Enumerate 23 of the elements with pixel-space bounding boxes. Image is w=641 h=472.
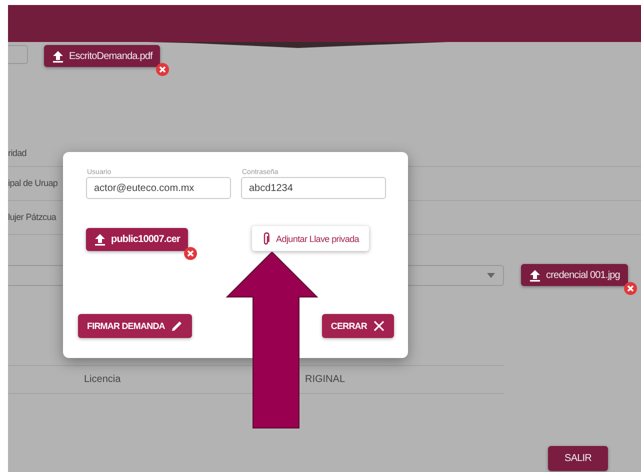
input-field[interactable]: abcd1234 xyxy=(241,177,386,199)
upload-icon xyxy=(529,268,541,282)
list-item: ridad xyxy=(8,147,28,160)
input-field[interactable] xyxy=(8,45,28,64)
upload-icon xyxy=(52,50,64,62)
dropdown-caret-icon xyxy=(487,272,495,278)
close-button[interactable]: CERRAR xyxy=(322,314,394,338)
remove-icon[interactable] xyxy=(624,282,637,295)
file-chip-button[interactable]: public10007.cer xyxy=(86,228,188,251)
paperclip-icon xyxy=(262,232,270,245)
attach-button[interactable]: Adjuntar Llave privada xyxy=(252,226,370,251)
remove-icon[interactable] xyxy=(156,63,170,76)
pencil-icon xyxy=(170,320,183,332)
upload-icon xyxy=(94,233,106,246)
file-chip-button[interactable]: credencial 001.jpg xyxy=(521,264,628,286)
input-field[interactable]: actor@euteco.com.mx xyxy=(86,177,231,199)
file-chip-button[interactable]: EscritoDemanda.pdf xyxy=(44,45,160,67)
sign-button[interactable]: FIRMAR DEMANDA xyxy=(78,314,192,338)
exit-button[interactable]: SALIR xyxy=(548,446,608,471)
table-cell: RIGINAL xyxy=(305,374,346,385)
close-icon xyxy=(373,320,385,332)
table-cell-text: Licencia xyxy=(84,374,122,385)
remove-icon[interactable] xyxy=(184,247,198,260)
